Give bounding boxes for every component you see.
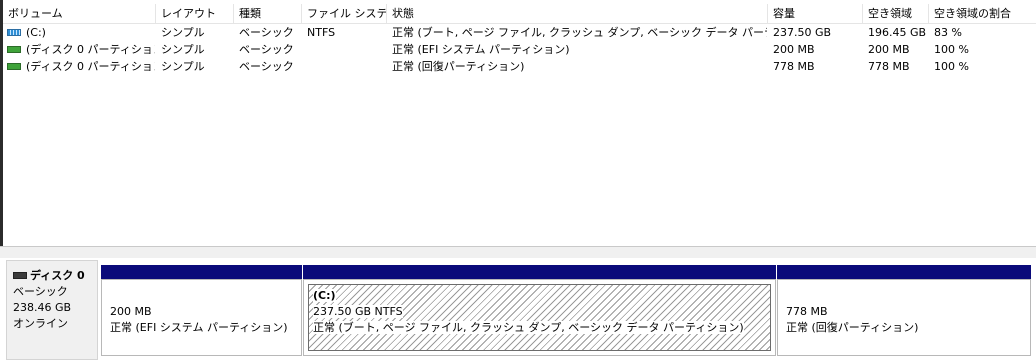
partition-status: 正常 (ブート, ページ ファイル, クラッシュ ダンプ, ベーシック データ … <box>313 321 744 334</box>
layout-cell: シンプル <box>161 26 205 39</box>
column-header-row: ボリューム レイアウト 種類 ファイル システム 状態 容量 空き領域 空き領域… <box>3 4 1036 24</box>
table-row[interactable]: (ディスク 0 パーティション 4) シンプル ベーシック 正常 (回復パーティ… <box>3 58 1036 75</box>
partition-content: 778 MB 正常 (回復パーティション) <box>782 284 1026 351</box>
partition-body: 778 MB 正常 (回復パーティション) <box>777 279 1031 356</box>
partition-title: (C:) <box>313 289 336 302</box>
status-cell: 正常 (EFI システム パーティション) <box>392 43 570 56</box>
partition-icon <box>7 62 21 70</box>
disk-state: オンライン <box>13 317 68 330</box>
volume-name-cell: (C:) <box>7 24 155 41</box>
pane-splitter[interactable] <box>0 246 1036 258</box>
volume-name: (C:) <box>26 26 46 39</box>
disk-map: ディスク 0 ベーシック 238.46 GB オンライン 200 MB 正常 (… <box>0 258 1036 362</box>
disk-icon <box>13 271 27 279</box>
volume-name: (ディスク 0 パーティション 4) <box>26 60 155 73</box>
free-percent-cell: 83 % <box>934 26 962 39</box>
partition-bar <box>303 265 776 279</box>
volume-name-cell: (ディスク 0 パーティション 1) <box>7 41 155 58</box>
partition-body: (C:) 237.50 GB NTFS 正常 (ブート, ページ ファイル, ク… <box>303 279 776 356</box>
layout-cell: シンプル <box>161 60 205 73</box>
free-space-cell: 200 MB <box>868 43 910 56</box>
filesystem-cell: NTFS <box>307 26 336 39</box>
volume-c-icon <box>7 28 21 36</box>
column-header-filesystem[interactable]: ファイル システム <box>302 4 387 23</box>
partition-content-selected: (C:) 237.50 GB NTFS 正常 (ブート, ページ ファイル, ク… <box>308 284 771 351</box>
capacity-cell: 200 MB <box>773 43 815 56</box>
type-cell: ベーシック <box>239 26 294 39</box>
status-cell: 正常 (回復パーティション) <box>392 60 525 73</box>
free-space-cell: 196.45 GB <box>868 26 927 39</box>
capacity-cell: 237.50 GB <box>773 26 832 39</box>
layout-cell: シンプル <box>161 43 205 56</box>
partition-bar <box>777 265 1031 279</box>
column-header-capacity[interactable]: 容量 <box>768 4 863 23</box>
partition-recovery[interactable]: 778 MB 正常 (回復パーティション) <box>777 265 1031 356</box>
table-row[interactable]: (C:) シンプル ベーシック NTFS 正常 (ブート, ページ ファイル, … <box>3 24 1036 41</box>
partition-c[interactable]: (C:) 237.50 GB NTFS 正常 (ブート, ページ ファイル, ク… <box>303 265 776 356</box>
column-header-status[interactable]: 状態 <box>387 4 768 23</box>
partition-status: 正常 (回復パーティション) <box>786 321 919 334</box>
volume-list: ボリューム レイアウト 種類 ファイル システム 状態 容量 空き領域 空き領域… <box>0 0 1036 246</box>
partition-size: 237.50 GB NTFS <box>313 305 403 318</box>
free-percent-cell: 100 % <box>934 60 969 73</box>
partition-content: 200 MB 正常 (EFI システム パーティション) <box>106 284 297 351</box>
type-cell: ベーシック <box>239 60 294 73</box>
column-header-layout[interactable]: レイアウト <box>156 4 234 23</box>
column-header-free-space[interactable]: 空き領域 <box>863 4 929 23</box>
disk-type: ベーシック <box>13 285 68 298</box>
free-space-cell: 778 MB <box>868 60 910 73</box>
disk-label[interactable]: ディスク 0 ベーシック 238.46 GB オンライン <box>6 260 98 360</box>
column-header-free-percent[interactable]: 空き領域の割合 <box>929 4 1036 23</box>
partition-size: 778 MB <box>786 305 828 318</box>
table-row[interactable]: (ディスク 0 パーティション 1) シンプル ベーシック 正常 (EFI シス… <box>3 41 1036 58</box>
type-cell: ベーシック <box>239 43 294 56</box>
partition-status: 正常 (EFI システム パーティション) <box>110 321 288 334</box>
partition-size: 200 MB <box>110 305 152 318</box>
status-cell: 正常 (ブート, ページ ファイル, クラッシュ ダンプ, ベーシック データ … <box>392 26 767 39</box>
capacity-cell: 778 MB <box>773 60 815 73</box>
disk-size: 238.46 GB <box>13 301 72 314</box>
filesystem-cell <box>307 41 386 58</box>
partition-efi[interactable]: 200 MB 正常 (EFI システム パーティション) <box>101 265 302 356</box>
partition-bar <box>101 265 302 279</box>
filesystem-cell <box>307 58 386 75</box>
free-percent-cell: 100 % <box>934 43 969 56</box>
volume-name: (ディスク 0 パーティション 1) <box>26 43 155 56</box>
partition-icon <box>7 45 21 53</box>
partition-body: 200 MB 正常 (EFI システム パーティション) <box>101 279 302 356</box>
column-header-type[interactable]: 種類 <box>234 4 302 23</box>
disk-name: ディスク 0 <box>30 269 85 282</box>
volume-name-cell: (ディスク 0 パーティション 4) <box>7 58 155 75</box>
column-header-volume[interactable]: ボリューム <box>3 4 156 23</box>
